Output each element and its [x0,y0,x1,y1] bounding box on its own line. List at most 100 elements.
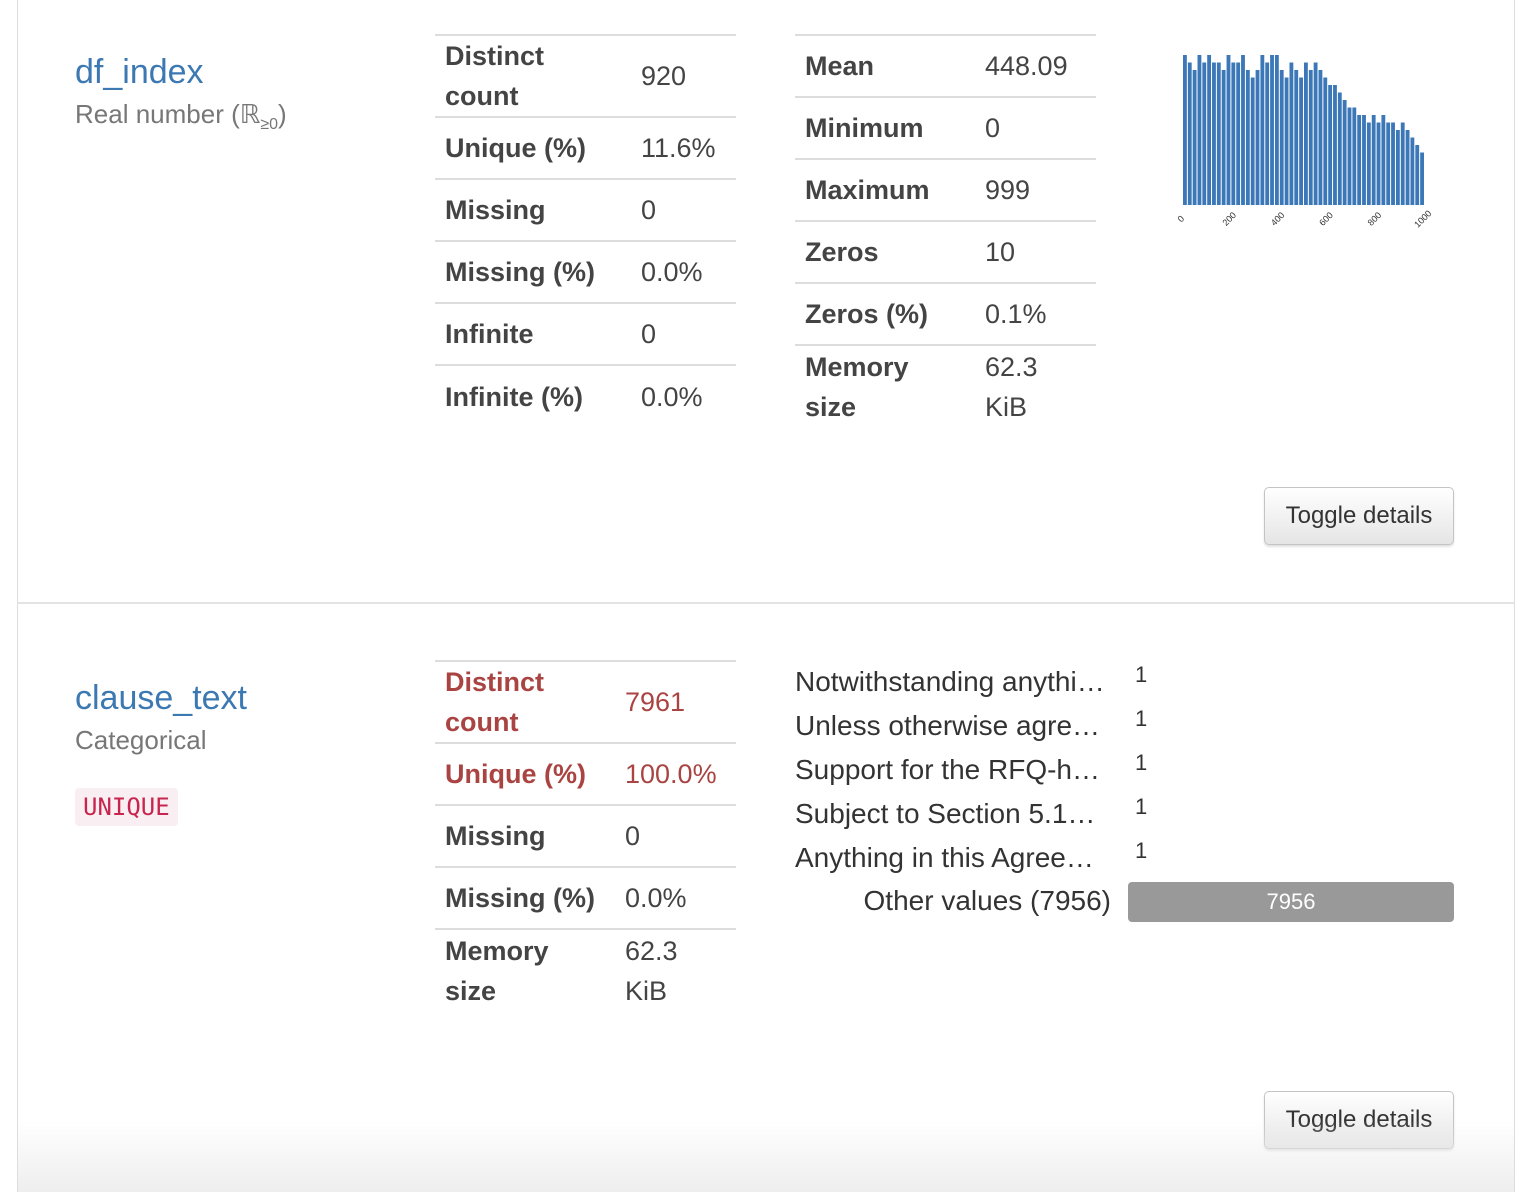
stat-row: Zeros (%) 0.1% [795,282,1096,345]
report-right-border [1514,0,1515,1192]
histogram-bar [1420,152,1424,205]
list-item: Unless otherwise agre… 1 [795,706,1155,750]
value-label: Anything in this Agree… [795,842,1094,873]
histogram-bar [1328,85,1333,205]
stat-label: Mean [795,34,975,97]
histogram-bar [1289,62,1294,205]
histogram-bar [1415,145,1420,205]
list-item: Notwithstanding anythi… 1 [795,662,1155,706]
value-label: Support for the RFQ-h… [795,754,1101,785]
stat-label: Unique (%) [435,742,615,805]
histogram-bar [1245,70,1250,205]
histogram-bar [1274,55,1279,205]
stat-value: 0.1% [975,282,1096,345]
histogram-bar [1400,122,1405,205]
stat-value: 0 [631,302,736,365]
histogram-bar [1333,85,1337,205]
report-left-border [17,0,18,1192]
variable-name[interactable]: clause_text [75,679,247,718]
stat-value: 448.09 [975,34,1096,97]
histogram-chart: 0 200 400 600 800 1000 [1176,55,1433,229]
variable-name[interactable]: df_index [75,53,204,92]
stat-row: Unique (%) 100.0% [435,742,736,805]
value-count: 1 [1135,750,1148,775]
stat-label: Memory size [435,928,615,1011]
stat-label: Missing (%) [435,866,615,929]
histogram-bar [1410,137,1415,205]
histogram-bar [1284,77,1289,205]
histogram-bar [1250,77,1255,205]
histogram-bar [1187,62,1192,205]
histogram-bar [1386,122,1391,205]
stat-row: Zeros 10 [795,220,1096,283]
histogram-bar [1216,62,1221,205]
histogram-bar [1304,62,1308,205]
stat-row: Missing 0 [435,178,736,241]
stat-row: Maximum 999 [795,158,1096,221]
histogram-bar [1270,55,1274,205]
variable-type: Categorical [75,725,207,755]
stat-value: 0.0% [615,866,736,929]
stat-row: Distinct count 920 [435,34,736,117]
histogram-bar [1323,77,1328,205]
stat-label: Memory size [795,344,975,427]
stat-label: Distinct count [435,34,631,117]
x-tick-label: 600 [1317,210,1335,228]
stats-table-left: Distinct count 920 Unique (%) 11.6% Missing 0… [435,34,736,427]
histogram-bar [1279,70,1284,205]
histogram-bar [1357,115,1362,205]
stat-value: 0.0% [631,240,736,303]
histogram-bar [1362,115,1366,205]
stat-value: 100.0% [615,742,736,805]
stat-label: Missing [435,804,615,867]
toggle-details-button[interactable]: Toggle details [1264,487,1454,545]
histogram-bar [1197,55,1202,205]
stat-value: 62.3 KiB [975,344,1096,427]
histogram-bar [1212,62,1216,205]
histogram-bar [1294,70,1299,205]
stat-row: Memory size 62.3 KiB [435,928,736,1011]
histogram-bar [1226,55,1231,205]
histogram-bar [1202,62,1207,205]
stat-row: Missing 0 [435,804,736,867]
stat-label: Maximum [795,158,975,221]
x-tick-label: 400 [1269,210,1287,228]
stat-label: Minimum [795,96,975,159]
histogram-bar [1299,77,1303,205]
histogram-bar [1241,55,1245,205]
list-item: Anything in this Agree… 1 [795,838,1155,882]
x-tick-label: 0 [1176,214,1187,225]
stat-value: 62.3 KiB [615,928,736,1011]
histogram-bar [1337,92,1342,205]
histogram-bar [1260,55,1265,205]
section-divider [17,602,1515,604]
histogram-bar [1183,55,1187,205]
stat-label: Unique (%) [435,116,631,179]
value-label: Notwithstanding anythi… [795,666,1105,697]
stat-value: 0.0% [631,364,736,427]
stat-row: Unique (%) 11.6% [435,116,736,179]
stat-label: Missing [435,178,631,241]
histogram-bar [1236,62,1241,205]
stat-value: 999 [975,158,1096,221]
stat-label: Distinct count [435,660,615,743]
stat-row: Minimum 0 [795,96,1096,159]
value-label: Subject to Section 5.1… [795,798,1096,829]
stat-value: 920 [631,34,736,117]
stats-table: Distinct count 7961 Unique (%) 100.0% Missin… [435,660,736,1011]
stat-row: Missing (%) 0.0% [435,240,736,303]
stat-value: 0 [975,96,1096,159]
stat-label: Infinite (%) [435,364,631,427]
x-tick-label: 200 [1220,210,1238,228]
histogram-bar [1381,115,1386,205]
stat-value: 11.6% [631,116,736,179]
histogram-bar [1347,107,1352,205]
histogram-bar [1352,107,1357,205]
histogram-bar [1371,115,1376,205]
stat-value: 0 [615,804,736,867]
histogram-bar [1391,122,1395,205]
value-label: Unless otherwise agre… [795,710,1101,741]
stat-row: Infinite (%) 0.0% [435,364,736,427]
value-count: 1 [1135,662,1148,687]
histogram-bar [1342,100,1347,205]
